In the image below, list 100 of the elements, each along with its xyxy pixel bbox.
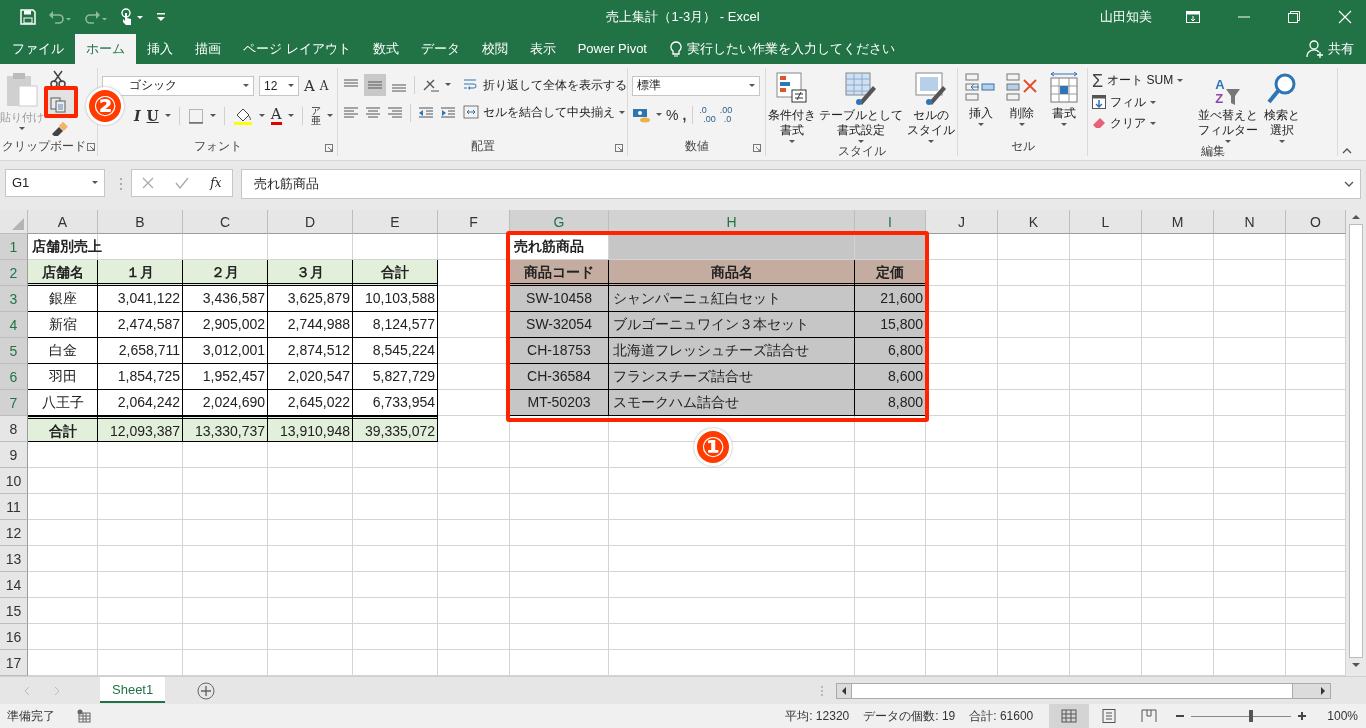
font-name-field[interactable]: ゴシック <box>102 75 254 96</box>
ribbon-tab[interactable]: 描画 <box>184 33 232 64</box>
ribbon-tab[interactable]: ホーム <box>75 33 136 64</box>
view-button[interactable] <box>1049 704 1090 728</box>
cells-button[interactable]: 削除 <box>1006 67 1039 126</box>
caret-icon[interactable] <box>445 83 451 87</box>
column-header[interactable]: L <box>1070 210 1142 235</box>
row-header[interactable]: 5 <box>0 338 28 365</box>
caret-icon[interactable] <box>92 181 98 185</box>
macro-record-icon[interactable] <box>77 709 91 723</box>
grow-font-button[interactable]: A <box>304 76 315 95</box>
column-header[interactable]: A <box>28 210 98 235</box>
ribbon-tab[interactable]: Power Pivot <box>566 33 658 64</box>
close-icon[interactable] <box>1338 9 1352 24</box>
brush-icon[interactable] <box>50 121 68 136</box>
style-button[interactable]: 条件付き 書式 <box>768 67 817 143</box>
ribbon-tab[interactable]: ページ レイアウト <box>232 33 362 64</box>
row-header[interactable]: 14 <box>0 572 28 599</box>
increase-indent-icon[interactable] <box>439 104 457 121</box>
horizontal-scrollbar[interactable] <box>836 682 1332 699</box>
clear-button[interactable]: クリア <box>1092 114 1192 132</box>
caret-icon[interactable] <box>656 113 662 117</box>
shrink-font-button[interactable]: A <box>319 78 329 93</box>
autosum-button[interactable]: Σ オート SUM <box>1092 71 1192 90</box>
underline-button[interactable]: U <box>146 107 159 124</box>
currency-icon[interactable] <box>632 106 652 123</box>
row-header[interactable]: 11 <box>0 494 28 521</box>
caret-icon[interactable] <box>1150 121 1156 125</box>
zoom-in-icon[interactable] <box>1297 711 1308 721</box>
decrease-decimal-button[interactable]: .00 .0 <box>719 105 733 124</box>
row-header[interactable]: 6 <box>0 364 28 391</box>
fill-color-icon[interactable] <box>232 106 253 125</box>
caret-icon[interactable] <box>288 84 294 88</box>
increase-decimal-button[interactable]: .0 .00 <box>699 105 716 124</box>
scroll-down-icon[interactable] <box>1351 662 1361 669</box>
row-header[interactable]: 12 <box>0 520 28 547</box>
italic-button[interactable]: I <box>134 107 141 124</box>
phonetic-button[interactable]: ア亜 <box>310 105 321 126</box>
ribbon-display-icon[interactable] <box>1186 10 1200 23</box>
row-header[interactable]: 13 <box>0 546 28 573</box>
row-header[interactable]: 16 <box>0 624 28 651</box>
scrollbar-thumb[interactable] <box>1349 224 1363 659</box>
sheet-tab[interactable]: Sheet1 <box>100 677 166 704</box>
copy-icon[interactable] <box>50 96 66 113</box>
dialog-launcher-icon[interactable] <box>615 143 623 152</box>
customize-icon[interactable] <box>156 12 166 21</box>
align-middle-icon[interactable] <box>364 73 386 96</box>
ribbon-tab[interactable]: 挿入 <box>136 33 184 64</box>
font-size-field[interactable]: 12 <box>259 75 299 96</box>
formula-field[interactable]: 売れ筋商品 <box>241 168 1361 199</box>
column-header[interactable]: B <box>98 210 183 235</box>
row-header[interactable]: 3 <box>0 286 28 313</box>
row-header[interactable]: 15 <box>0 598 28 625</box>
touch-icon[interactable] <box>120 7 144 26</box>
zoom-slider-thumb[interactable] <box>1249 709 1254 722</box>
merge-center-button[interactable]: セルを結合して中央揃え <box>463 103 627 121</box>
caret-icon[interactable] <box>209 114 216 118</box>
ribbon-tab[interactable]: 校閲 <box>470 33 519 64</box>
style-button[interactable]: セルの スタイル <box>906 67 955 143</box>
column-header[interactable]: K <box>998 210 1070 235</box>
wrap-text-button[interactable]: 折り返して全体を表示する <box>463 76 627 94</box>
dialog-launcher-icon[interactable] <box>325 143 333 152</box>
ribbon-tab[interactable]: データ <box>409 33 471 64</box>
row-header[interactable]: 9 <box>0 442 28 469</box>
percent-button[interactable]: % <box>666 106 679 123</box>
caret-icon[interactable] <box>258 114 265 118</box>
border-icon[interactable] <box>187 107 204 124</box>
caret-icon[interactable] <box>749 84 755 88</box>
scroll-up-icon[interactable] <box>1351 214 1361 221</box>
scissors-icon[interactable] <box>50 69 66 88</box>
row-header[interactable]: 1 <box>0 234 28 261</box>
caret-icon[interactable] <box>164 114 171 118</box>
column-header[interactable]: O <box>1286 210 1346 235</box>
caret-icon[interactable] <box>243 84 249 88</box>
share-button[interactable]: 共有 <box>1306 33 1366 64</box>
row-header[interactable]: 10 <box>0 468 28 495</box>
comma-button[interactable]: , <box>682 106 687 123</box>
column-header[interactable]: M <box>1142 210 1214 235</box>
caret-icon[interactable] <box>619 110 625 114</box>
column-header[interactable]: D <box>268 210 353 235</box>
save-icon[interactable] <box>20 8 36 25</box>
undo-icon[interactable] <box>48 9 72 24</box>
check-icon[interactable] <box>175 176 190 189</box>
add-sheet-icon[interactable] <box>197 681 216 700</box>
caret-icon[interactable] <box>287 114 294 118</box>
row-header[interactable]: 4 <box>0 312 28 339</box>
row-header[interactable]: 17 <box>0 650 28 677</box>
column-header[interactable]: N <box>1214 210 1286 235</box>
insert-function-button[interactable]: fx <box>210 175 222 190</box>
caret-icon[interactable] <box>326 114 333 118</box>
row-header[interactable]: 7 <box>0 390 28 417</box>
row-header[interactable]: 8 <box>0 416 28 443</box>
zoom-level-text[interactable]: 100% <box>1327 709 1358 723</box>
cells-button[interactable]: 挿入 <box>965 67 998 126</box>
ribbon-tab[interactable]: 数式 <box>361 33 410 64</box>
collapse-ribbon-icon[interactable] <box>1342 147 1352 154</box>
find-select-button[interactable]: 検索と 選択 <box>1264 67 1300 143</box>
decrease-indent-icon[interactable] <box>417 104 435 121</box>
column-header[interactable]: C <box>183 210 268 235</box>
dialog-launcher-icon[interactable] <box>753 143 761 152</box>
